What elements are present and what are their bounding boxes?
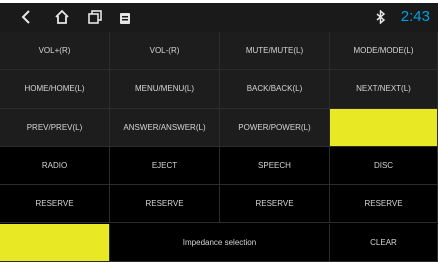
key-button[interactable]: EJECT [110, 146, 220, 186]
key-button[interactable]: BACK/BACK(L) [220, 70, 330, 109]
bluetooth-icon [376, 9, 386, 29]
key-button[interactable]: PREV/PREV(L) [0, 108, 110, 147]
notification-icon [120, 11, 130, 29]
key-button[interactable]: VOL+(R) [0, 32, 110, 71]
key-button[interactable]: RESERVE [330, 185, 438, 224]
key-button[interactable]: RESERVE [0, 185, 110, 224]
key-button[interactable]: Impedance selection [110, 223, 330, 262]
key-button[interactable] [330, 108, 438, 147]
key-button-grid: VOL+(R) VOL-(R) MUTE/MUTE(L) MODE/MODE(L) HO… [0, 32, 438, 262]
key-button[interactable]: MENU/MENU(L) [110, 70, 220, 109]
status-bar: 2:43 [0, 3, 438, 32]
key-button[interactable]: HOME/HOME(L) [0, 70, 110, 109]
key-button[interactable]: MODE/MODE(L) [330, 32, 438, 71]
key-button[interactable]: VOL-(R) [110, 32, 220, 71]
key-button[interactable]: RESERVE [110, 185, 220, 224]
key-button[interactable]: RESERVE [220, 185, 330, 224]
key-button[interactable]: RADIO [0, 146, 110, 186]
key-button[interactable]: CLEAR [330, 223, 438, 262]
recent-apps-icon[interactable] [88, 10, 102, 29]
clock-time: 2:43 [400, 8, 430, 25]
back-arrow-icon[interactable] [20, 9, 32, 30]
key-button[interactable]: ANSWER/ANSWER(L) [110, 108, 220, 147]
key-button[interactable] [0, 223, 110, 262]
home-icon[interactable] [54, 9, 70, 30]
key-button[interactable]: NEXT/NEXT(L) [330, 70, 438, 109]
key-button[interactable]: MUTE/MUTE(L) [220, 32, 330, 71]
key-button[interactable]: POWER/POWER(L) [220, 108, 330, 147]
key-button[interactable]: SPEECH [220, 146, 330, 186]
key-button[interactable]: DISC [330, 146, 438, 186]
